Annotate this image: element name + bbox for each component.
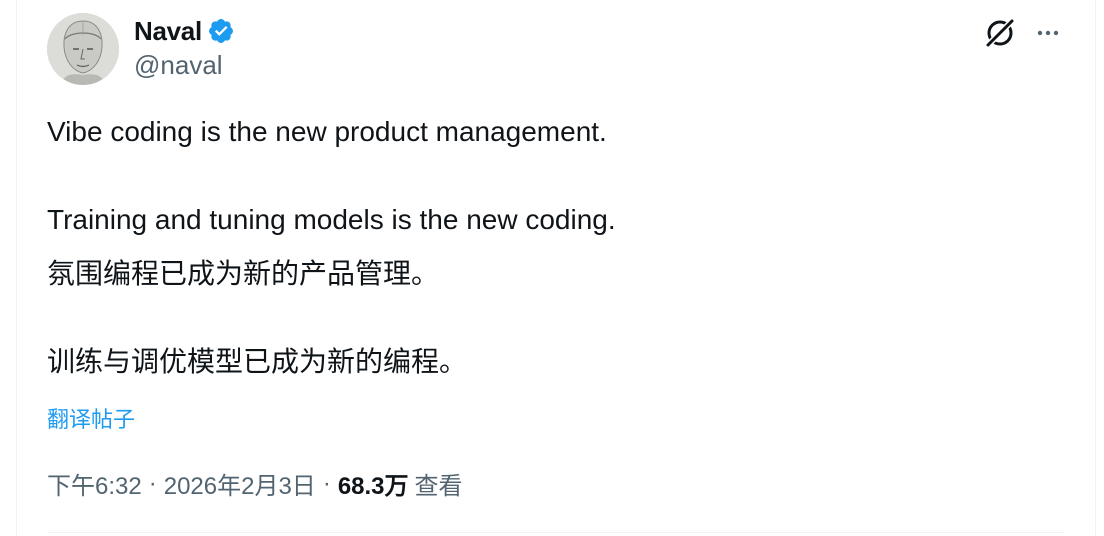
more-dots-icon[interactable] [1031,16,1065,50]
translated-line: 氛围编程已成为新的产品管理。 [47,258,440,289]
views-label: 查看 [414,473,463,500]
translate-post-link[interactable]: 翻译帖子 [47,402,135,434]
divider [47,532,1065,533]
translated-line: 训练与调优模型已成为新的编程。 [47,346,468,377]
tweet-date[interactable]: 2026年2月3日 [164,466,316,501]
meta-separator: · [322,469,331,497]
tweet-time[interactable]: 下午6:32 [47,466,142,501]
tweet-line: Vibe coding is the new product managemen… [47,116,607,147]
author-display-name[interactable]: Naval [134,16,202,47]
author-name-row[interactable]: Naval [134,14,235,48]
tweet-line: Training and tuning models is the new co… [47,204,616,235]
avatar[interactable] [47,13,119,85]
tweet-card: Naval @naval Vibe coding is the new prod… [16,0,1096,536]
tweet-meta: 下午6:32 · 2026年2月3日 · 68.3万 查看 [47,466,463,501]
grok-icon[interactable] [983,16,1017,50]
translated-text: 氛围编程已成为新的产品管理。 训练与调优模型已成为新的编程。 [47,252,1057,384]
verified-badge-icon [207,17,235,45]
meta-separator: · [148,469,157,497]
tweet-text: Vibe coding is the new product managemen… [47,110,1057,242]
views-count: 68.3万 [337,473,409,500]
author-handle[interactable]: @naval [134,50,223,81]
avatar-portrait-icon [47,13,119,85]
